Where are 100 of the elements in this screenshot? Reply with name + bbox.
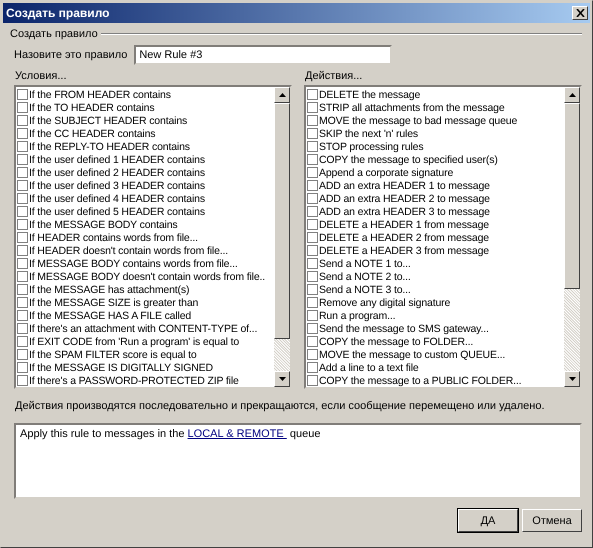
checklist-item[interactable]: MOVE the message to custom QUEUE... bbox=[319, 348, 506, 360]
checkbox[interactable] bbox=[307, 141, 318, 152]
checklist-item[interactable]: Remove any digital signature bbox=[319, 296, 450, 308]
checkbox[interactable] bbox=[17, 362, 28, 373]
checkbox[interactable] bbox=[17, 167, 28, 178]
checklist-item[interactable]: If the user defined 5 HEADER contains bbox=[29, 206, 205, 218]
checkbox[interactable] bbox=[17, 349, 28, 360]
checklist-item[interactable]: MOVE the message to bad message queue bbox=[319, 114, 518, 126]
checklist-item[interactable]: If HEADER contains words from file... bbox=[29, 232, 198, 244]
checkbox[interactable] bbox=[17, 180, 28, 191]
queue-link[interactable]: LOCAL & REMOTE bbox=[188, 428, 287, 440]
checklist-item[interactable]: If EXIT CODE from 'Run a program' is equal to bbox=[29, 336, 240, 348]
checklist-item[interactable]: If the MESSAGE IS DIGITALLY SIGNED bbox=[29, 362, 213, 374]
checklist-item[interactable]: DELETE a HEADER 3 from message bbox=[319, 244, 489, 256]
checklist-item[interactable]: If there's an attachment with CONTENT-TYPE of... bbox=[29, 322, 258, 334]
checkbox[interactable] bbox=[307, 323, 318, 334]
checkbox[interactable] bbox=[17, 245, 28, 256]
checkbox[interactable] bbox=[17, 336, 28, 347]
checkbox[interactable] bbox=[307, 271, 318, 282]
checkbox[interactable] bbox=[17, 323, 28, 334]
checklist-item[interactable]: STRIP all attachments from the message bbox=[319, 102, 505, 114]
checkbox[interactable] bbox=[17, 89, 28, 100]
scroll-down-button[interactable] bbox=[274, 371, 290, 387]
checklist-item[interactable]: Send the message to SMS gateway... bbox=[319, 322, 489, 334]
scroll-thumb[interactable] bbox=[564, 103, 580, 289]
checkbox[interactable] bbox=[17, 258, 28, 269]
checkbox[interactable] bbox=[17, 232, 28, 243]
scrollbar[interactable] bbox=[564, 87, 580, 387]
checklist-item[interactable]: If the MESSAGE BODY contains bbox=[29, 218, 178, 230]
checkbox[interactable] bbox=[17, 141, 28, 152]
dialog-button[interactable]: ДА bbox=[458, 509, 518, 532]
checklist-item[interactable]: If MESSAGE BODY doesn't contain words from file.. bbox=[29, 270, 266, 282]
scroll-down-button[interactable] bbox=[564, 371, 580, 387]
checklist-item[interactable]: Run a program... bbox=[319, 310, 396, 322]
checkbox[interactable] bbox=[307, 206, 318, 217]
checklist-item[interactable]: If the FROM HEADER contains bbox=[29, 88, 171, 100]
checklist-item[interactable]: If the MESSAGE SIZE is greater than bbox=[29, 296, 198, 308]
checklist-item[interactable]: Send a NOTE 2 to... bbox=[319, 270, 411, 282]
rule-name-field[interactable]: New Rule #3 bbox=[134, 45, 392, 65]
checklist-item[interactable]: DELETE a HEADER 2 from message bbox=[319, 232, 489, 244]
checkbox[interactable] bbox=[307, 232, 318, 243]
checklist-item[interactable]: ADD an extra HEADER 2 to message bbox=[319, 192, 490, 204]
scrollbar[interactable] bbox=[274, 87, 290, 387]
checklist-item[interactable]: If the MESSAGE HAS A FILE called bbox=[29, 310, 192, 322]
checkbox[interactable] bbox=[17, 154, 28, 165]
checkbox[interactable] bbox=[307, 284, 318, 295]
checklist-item[interactable]: If HEADER doesn't contain words from file... bbox=[29, 244, 228, 256]
checkbox[interactable] bbox=[17, 375, 28, 386]
checkbox[interactable] bbox=[17, 310, 28, 321]
checkbox[interactable] bbox=[17, 115, 28, 126]
checklist-item[interactable]: ADD an extra HEADER 3 to message bbox=[319, 206, 490, 218]
checklist-item[interactable]: DELETE the message bbox=[319, 88, 420, 100]
checkbox[interactable] bbox=[307, 193, 318, 204]
checklist-item[interactable]: If the user defined 1 HEADER contains bbox=[29, 154, 205, 166]
checklist-item[interactable]: Append a corporate signature bbox=[319, 166, 454, 178]
scroll-up-button[interactable] bbox=[564, 87, 580, 103]
checkbox[interactable] bbox=[17, 297, 28, 308]
scroll-thumb[interactable] bbox=[274, 103, 290, 339]
checkbox[interactable] bbox=[17, 193, 28, 204]
checkbox[interactable] bbox=[307, 245, 318, 256]
checklist-item[interactable]: Add a line to a text file bbox=[319, 362, 419, 374]
checklist-item[interactable]: COPY the message to specified user(s) bbox=[319, 154, 498, 166]
checklist-item[interactable]: If the TO HEADER contains bbox=[29, 102, 154, 114]
checklist-item[interactable]: If the user defined 2 HEADER contains bbox=[29, 166, 205, 178]
checkbox[interactable] bbox=[307, 258, 318, 269]
checklist-item[interactable]: If the user defined 4 HEADER contains bbox=[29, 192, 205, 204]
checkbox[interactable] bbox=[307, 349, 318, 360]
checklist-item[interactable]: If the user defined 3 HEADER contains bbox=[29, 180, 205, 192]
checkbox[interactable] bbox=[17, 219, 28, 230]
checkbox[interactable] bbox=[17, 102, 28, 113]
checklist-item[interactable]: COPY the message to a PUBLIC FOLDER... bbox=[319, 374, 522, 386]
checklist-item[interactable]: If the SPAM FILTER score is equal to bbox=[29, 348, 197, 360]
checklist-item[interactable]: DELETE a HEADER 1 from message bbox=[319, 218, 489, 230]
checklist-item[interactable]: Send a NOTE 1 to... bbox=[319, 258, 411, 270]
checkbox[interactable] bbox=[17, 271, 28, 282]
checkbox[interactable] bbox=[307, 219, 318, 230]
checkbox[interactable] bbox=[307, 167, 318, 178]
checklist-item[interactable]: If the CC HEADER contains bbox=[29, 128, 156, 140]
checklist-item[interactable]: If the REPLY-TO HEADER contains bbox=[29, 140, 190, 152]
checkbox[interactable] bbox=[307, 297, 318, 308]
checkbox[interactable] bbox=[307, 310, 318, 321]
checklist-item[interactable]: ADD an extra HEADER 1 to message bbox=[319, 180, 490, 192]
checkbox[interactable] bbox=[17, 128, 28, 139]
checklist-item[interactable]: STOP processing rules bbox=[319, 140, 424, 152]
checklist-item[interactable]: If there's a PASSWORD-PROTECTED ZIP file bbox=[29, 374, 239, 386]
checklist-item[interactable]: Send a NOTE 3 to... bbox=[319, 284, 411, 296]
checkbox[interactable] bbox=[307, 89, 318, 100]
checklist-item[interactable]: If the MESSAGE has attachment(s) bbox=[29, 284, 190, 296]
scroll-up-button[interactable] bbox=[274, 87, 290, 103]
checkbox[interactable] bbox=[307, 180, 318, 191]
checklist-item[interactable]: COPY the message to FOLDER... bbox=[319, 336, 474, 348]
dialog-button[interactable]: Отмена bbox=[522, 509, 582, 532]
checklist-item[interactable]: If MESSAGE BODY contains words from file... bbox=[29, 258, 238, 270]
checkbox[interactable] bbox=[307, 128, 318, 139]
checklist-item[interactable]: SKIP the next 'n' rules bbox=[319, 128, 418, 140]
checkbox[interactable] bbox=[307, 375, 318, 386]
checkbox[interactable] bbox=[17, 284, 28, 295]
checkbox[interactable] bbox=[307, 336, 318, 347]
close-button[interactable] bbox=[572, 6, 588, 20]
checkbox[interactable] bbox=[17, 206, 28, 217]
